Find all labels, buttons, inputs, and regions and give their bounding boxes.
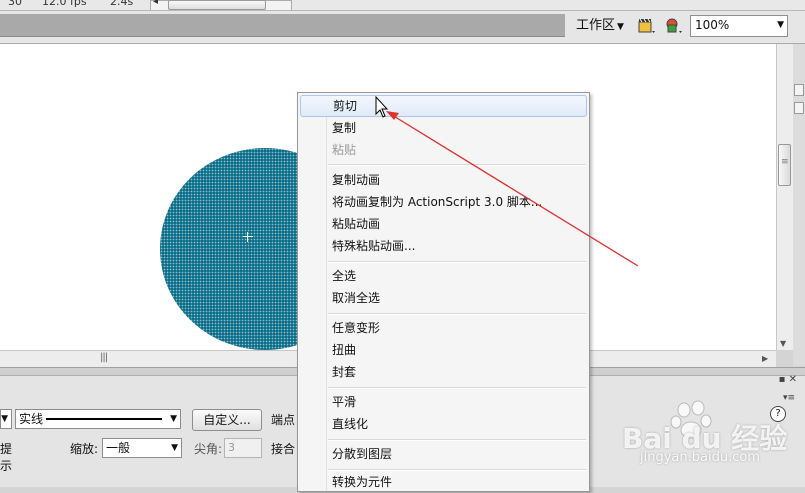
watermark-url: jingyan.baidu.com	[640, 450, 760, 465]
mouse-cursor-icon	[375, 95, 389, 118]
annotation-arrow-line	[391, 114, 639, 267]
